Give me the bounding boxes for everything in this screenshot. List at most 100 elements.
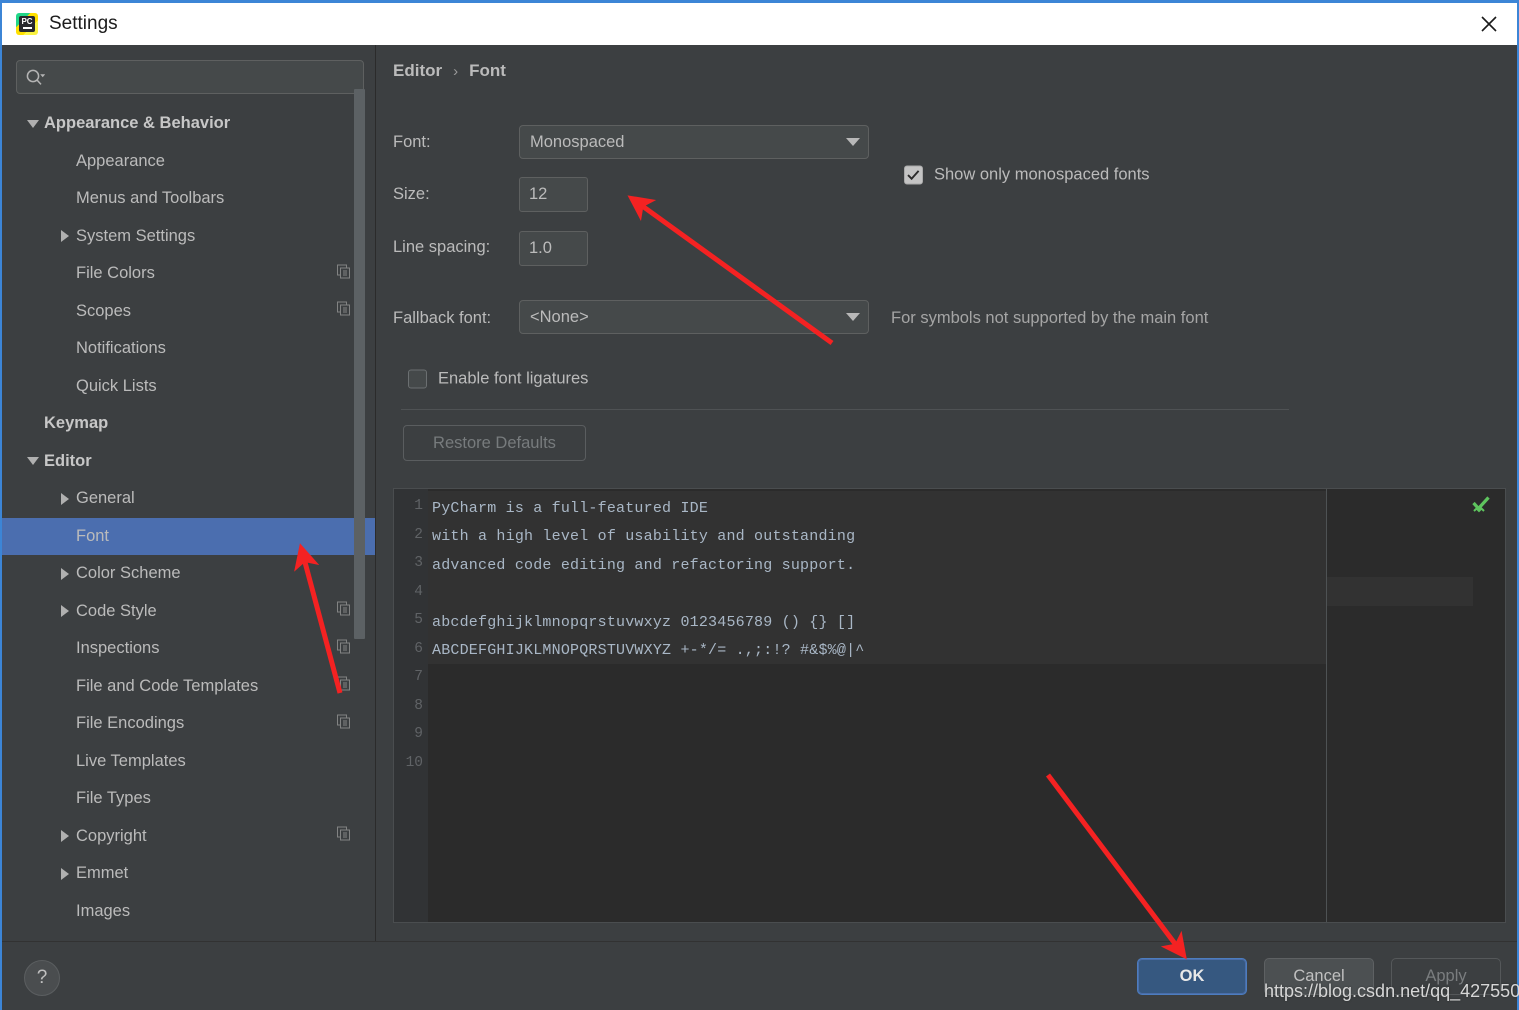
size-label: Size: (393, 185, 430, 203)
preview-line-number: 1 (414, 498, 423, 514)
font-size-input[interactable]: 12 (519, 177, 588, 212)
chevron-down-icon[interactable] (22, 119, 44, 128)
sidebar-item-notifications[interactable]: Notifications (2, 330, 375, 368)
sidebar-item-emmet[interactable]: Emmet (2, 855, 375, 893)
preview-code-line: advanced code editing and refactoring su… (432, 556, 856, 574)
enable-ligatures-checkbox[interactable]: Enable font ligatures (408, 369, 589, 389)
sidebar-item-code-style[interactable]: Code Style (2, 593, 375, 631)
sidebar-item-appearance[interactable]: Appearance (2, 143, 375, 181)
font-family-combobox[interactable]: Monospaced (519, 125, 869, 159)
chevron-right-icon[interactable] (54, 867, 76, 880)
chevron-down-icon[interactable] (22, 457, 44, 466)
checkbox-box (408, 369, 427, 389)
copy-settings-icon[interactable] (337, 264, 351, 283)
line-spacing-label: Line spacing: (393, 238, 491, 256)
show-monospaced-label: Show only monospaced fonts (934, 165, 1150, 184)
sidebar-item-label: File Colors (76, 264, 155, 283)
sidebar-item-label: Scopes (76, 301, 132, 320)
sidebar-item-quick-lists[interactable]: Quick Lists (2, 368, 375, 406)
sidebar-item-keymap[interactable]: Keymap (2, 405, 375, 443)
breadcrumb: Editor › Font (393, 61, 506, 81)
fallback-font-label: Fallback font: (393, 309, 492, 327)
sidebar-item-file-colors[interactable]: File Colors (2, 255, 375, 293)
fallback-font-combobox[interactable]: <None> (519, 300, 869, 334)
sidebar-item-label: File Encodings (76, 714, 185, 733)
sidebar-item-menus-and-toolbars[interactable]: Menus and Toolbars (2, 180, 375, 218)
sidebar-item-copyright[interactable]: Copyright (2, 818, 375, 856)
sidebar-item-inspections[interactable]: Inspections (2, 630, 375, 668)
copy-settings-icon[interactable] (337, 826, 351, 846)
chevron-right-icon[interactable] (54, 605, 76, 618)
ok-label: OK (1179, 967, 1205, 985)
sidebar-item-system-settings[interactable]: System Settings (2, 218, 375, 256)
sidebar-item-label: File Types (76, 789, 151, 808)
sidebar-scrollbar-track[interactable] (354, 45, 370, 922)
sidebar-item-editor[interactable]: Editor (2, 443, 375, 481)
font-size-value: 12 (529, 185, 548, 203)
preview-code-line: abcdefghijklmnopqrstuvwxyz 0123456789 ()… (432, 613, 856, 631)
copy-settings-icon[interactable] (337, 601, 351, 621)
breadcrumb-parent[interactable]: Editor (393, 61, 442, 81)
sidebar-item-label: Images (76, 901, 131, 920)
ok-button[interactable]: OK (1137, 958, 1247, 995)
sidebar-item-label: Emmet (76, 864, 129, 883)
settings-sidebar: Appearance & Behavior Appearance Menus and… (2, 45, 376, 941)
sidebar-item-label: Code Style (76, 601, 157, 620)
search-box[interactable] (16, 60, 364, 94)
restore-defaults-label: Restore Defaults (433, 433, 556, 452)
copy-settings-icon[interactable] (337, 301, 351, 321)
font-preview-editor[interactable]: 1 2 3 4 5 6 7 8 9 10 PyCharm is a full-featured I… (393, 488, 1506, 923)
copy-settings-icon[interactable] (337, 639, 351, 658)
sidebar-item-images[interactable]: Images (2, 893, 375, 931)
settings-tree: Appearance & Behavior Appearance Menus and… (2, 105, 375, 982)
chevron-right-icon[interactable] (54, 230, 76, 243)
sidebar-item-label: General (76, 489, 135, 508)
preview-code-line (428, 580, 1505, 609)
green-check-icon (1471, 496, 1491, 519)
copy-settings-icon[interactable] (337, 676, 351, 696)
sidebar-item-appearance-behavior[interactable]: Appearance & Behavior (2, 105, 375, 143)
sidebar-item-label: Inspections (76, 639, 160, 658)
pycharm-icon: PC (16, 13, 38, 35)
window-title: Settings (49, 13, 118, 34)
chevron-right-icon[interactable] (54, 567, 76, 580)
preview-code-line: with a high level of usability and outst… (432, 528, 856, 546)
preview-line-number: 10 (405, 754, 423, 771)
search-input[interactable] (45, 62, 363, 92)
sidebar-item-label: Appearance & Behavior (44, 114, 231, 133)
chevron-down-icon (838, 313, 868, 321)
sidebar-item-file-types[interactable]: File Types (2, 780, 375, 818)
sidebar-item-font[interactable]: Font (2, 517, 375, 555)
sidebar-item-label: Menus and Toolbars (76, 189, 225, 208)
preview-line-number: 5 (414, 612, 423, 628)
sidebar-item-general[interactable]: General (2, 480, 375, 518)
enable-ligatures-label: Enable font ligatures (438, 369, 589, 388)
search-icon (25, 68, 45, 86)
fallback-font-value: <None> (530, 307, 589, 326)
checkbox-box (904, 165, 923, 185)
sidebar-item-live-templates[interactable]: Live Templates (2, 743, 375, 781)
sidebar-item-label: Copyright (76, 826, 147, 845)
close-icon[interactable] (1461, 3, 1517, 45)
preview-code-line: PyCharm is a full-featured IDE (432, 499, 709, 517)
chevron-right-icon[interactable] (54, 492, 76, 505)
copy-settings-icon[interactable] (337, 714, 351, 733)
preview-line-number: 8 (414, 697, 423, 714)
sidebar-item-file-encodings[interactable]: File Encodings (2, 705, 375, 743)
sidebar-item-label: System Settings (76, 226, 196, 245)
sidebar-item-label: Keymap (44, 414, 109, 433)
settings-content: Editor › Font Font: Monospaced Show only… (377, 45, 1517, 941)
preview-gutter: 1 2 3 4 5 6 7 8 9 10 (394, 489, 428, 922)
help-icon: ? (36, 967, 48, 988)
sidebar-item-color-scheme[interactable]: Color Scheme (2, 555, 375, 593)
sidebar-item-label: File and Code Templates (76, 676, 259, 695)
line-spacing-input[interactable]: 1.0 (519, 231, 588, 266)
restore-defaults-button[interactable]: Restore Defaults (403, 425, 586, 461)
sidebar-item-file-and-code-templates[interactable]: File and Code Templates (2, 668, 375, 706)
chevron-right-icon[interactable] (54, 830, 76, 843)
sidebar-scrollbar-thumb[interactable] (354, 89, 365, 639)
sidebar-item-scopes[interactable]: Scopes (2, 293, 375, 331)
show-monospaced-checkbox[interactable]: Show only monospaced fonts (904, 165, 1150, 185)
watermark-text: https://blog.csdn.net/qq_42755008 (1264, 981, 1519, 1001)
help-button[interactable]: ? (24, 960, 60, 996)
